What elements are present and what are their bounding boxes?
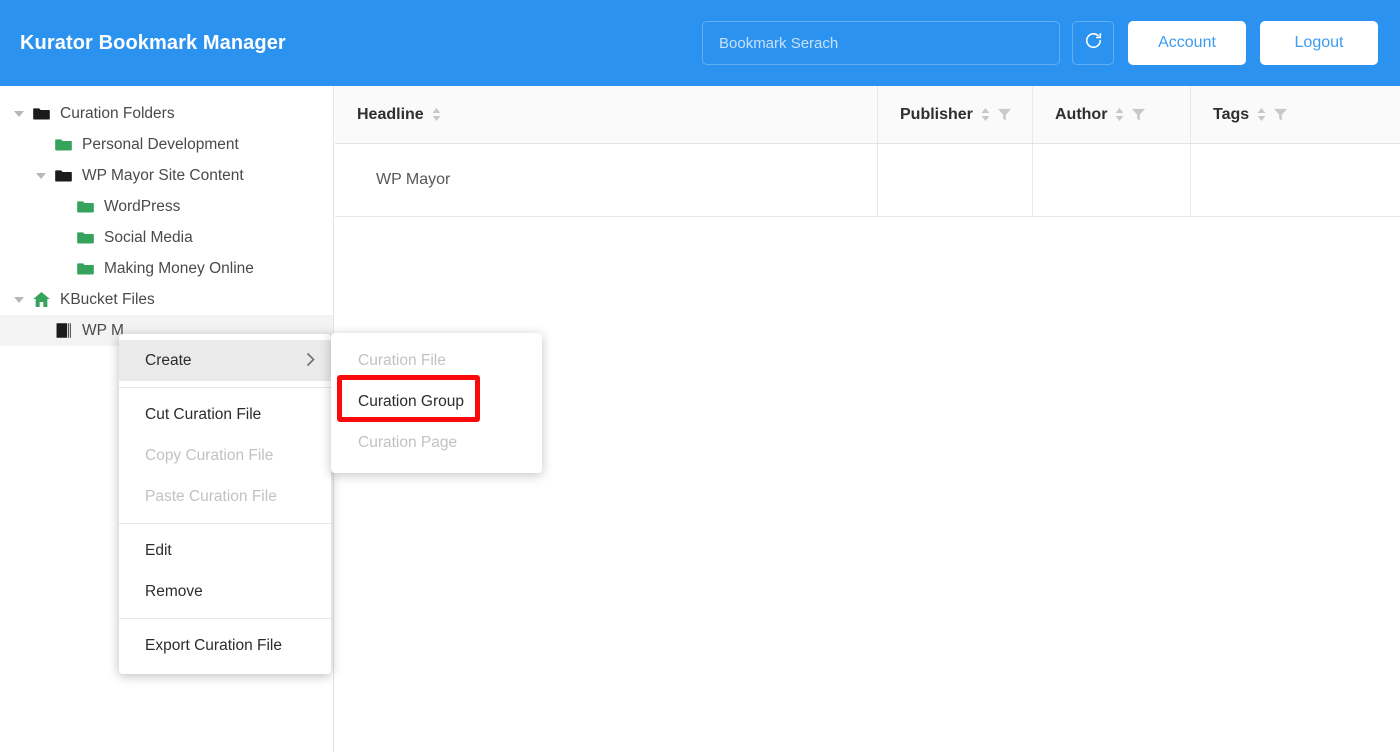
home-icon <box>30 290 52 309</box>
context-menu-item[interactable]: Remove <box>119 571 331 612</box>
table-body: WP Mayor <box>335 144 1400 217</box>
tree-item-label: WP M <box>82 321 124 339</box>
context-menu-item-label: Paste Curation File <box>145 487 277 505</box>
context-menu-item[interactable]: Edit <box>119 530 331 571</box>
tree-item-label: Social Media <box>104 228 193 246</box>
refresh-button[interactable] <box>1072 21 1114 65</box>
folder-icon <box>74 259 96 278</box>
sort-icon[interactable] <box>1114 107 1125 122</box>
search-input[interactable] <box>702 21 1060 65</box>
chevron-down-icon[interactable] <box>8 296 30 303</box>
context-menu-item-label: Copy Curation File <box>145 446 274 464</box>
context-menu-item-label: Edit <box>145 541 172 559</box>
table-cell-headline: WP Mayor <box>335 144 878 216</box>
column-header[interactable]: Headline <box>335 86 878 143</box>
tree-item-label: WordPress <box>104 197 181 215</box>
refresh-icon <box>1084 31 1103 55</box>
chevron-down-icon[interactable] <box>8 110 30 117</box>
table-cell-author <box>1033 144 1191 216</box>
folder-icon <box>30 104 52 123</box>
filter-icon[interactable] <box>997 107 1012 122</box>
submenu-item: Curation File <box>358 351 446 369</box>
submenu-item: Curation Page <box>358 433 458 451</box>
tree-item-label: Making Money Online <box>104 259 254 277</box>
tree-item[interactable]: KBucket Files <box>0 284 333 315</box>
sort-icon[interactable] <box>980 107 991 122</box>
table-cell-tags <box>1191 144 1400 216</box>
column-header-label: Publisher <box>900 105 973 123</box>
context-menu-item-label: Remove <box>145 582 203 600</box>
tree-item[interactable]: WordPress <box>0 191 333 222</box>
menu-separator <box>119 387 331 388</box>
context-menu: Create Cut Curation File Copy Curation Fil… <box>119 334 331 674</box>
book-icon <box>52 321 74 340</box>
context-submenu: Curation File Curation Group Curation Page <box>331 333 542 473</box>
tree-item[interactable]: Personal Development <box>0 129 333 160</box>
folder-icon <box>74 228 96 247</box>
column-header[interactable]: Tags <box>1191 86 1400 143</box>
tree-item[interactable]: Curation Folders <box>0 98 333 129</box>
context-menu-item: Copy Curation File <box>119 435 331 476</box>
column-header-label: Tags <box>1213 105 1250 123</box>
menu-separator <box>119 523 331 524</box>
context-menu-item[interactable]: Create <box>119 340 331 381</box>
context-menu-item[interactable]: Export Curation File <box>119 625 331 666</box>
column-header[interactable]: Author <box>1033 86 1191 143</box>
sort-icon[interactable] <box>431 107 442 122</box>
filter-icon[interactable] <box>1131 107 1146 122</box>
context-menu-item: Paste Curation File <box>119 476 331 517</box>
table-header-row: Headline Publisher Author Tags <box>335 86 1400 144</box>
menu-separator <box>119 618 331 619</box>
chevron-down-icon[interactable] <box>30 172 52 179</box>
context-menu-item-label: Export Curation File <box>145 636 282 654</box>
logout-button[interactable]: Logout <box>1260 21 1378 65</box>
table-row[interactable]: WP Mayor <box>335 144 1400 217</box>
tree-item-label: Personal Development <box>82 135 239 153</box>
header-actions: Account Logout <box>702 21 1378 65</box>
submenu-item[interactable]: Curation Group <box>331 381 542 422</box>
table-cell-publisher <box>878 144 1033 216</box>
filter-icon[interactable] <box>1273 107 1288 122</box>
tree-item-label: KBucket Files <box>60 290 155 308</box>
folder-icon <box>74 197 96 216</box>
context-menu-item-label: Create <box>145 351 192 369</box>
column-header-label: Headline <box>357 105 424 123</box>
folder-icon <box>52 166 74 185</box>
tree-item[interactable]: Social Media <box>0 222 333 253</box>
chevron-right-icon <box>306 352 315 370</box>
folder-icon <box>52 135 74 154</box>
context-menu-item[interactable]: Cut Curation File <box>119 394 331 435</box>
column-header[interactable]: Publisher <box>878 86 1033 143</box>
app-title: Kurator Bookmark Manager <box>20 31 286 54</box>
tree-item-label: Curation Folders <box>60 104 175 122</box>
tree-item[interactable]: WP Mayor Site Content <box>0 160 333 191</box>
context-menu-item-label: Cut Curation File <box>145 405 262 423</box>
app-header: Kurator Bookmark Manager Account Logout <box>0 0 1400 86</box>
account-button[interactable]: Account <box>1128 21 1246 65</box>
sort-icon[interactable] <box>1256 107 1267 122</box>
column-header-label: Author <box>1055 105 1108 123</box>
tree-item-label: WP Mayor Site Content <box>82 166 244 184</box>
tree-item[interactable]: Making Money Online <box>0 253 333 284</box>
